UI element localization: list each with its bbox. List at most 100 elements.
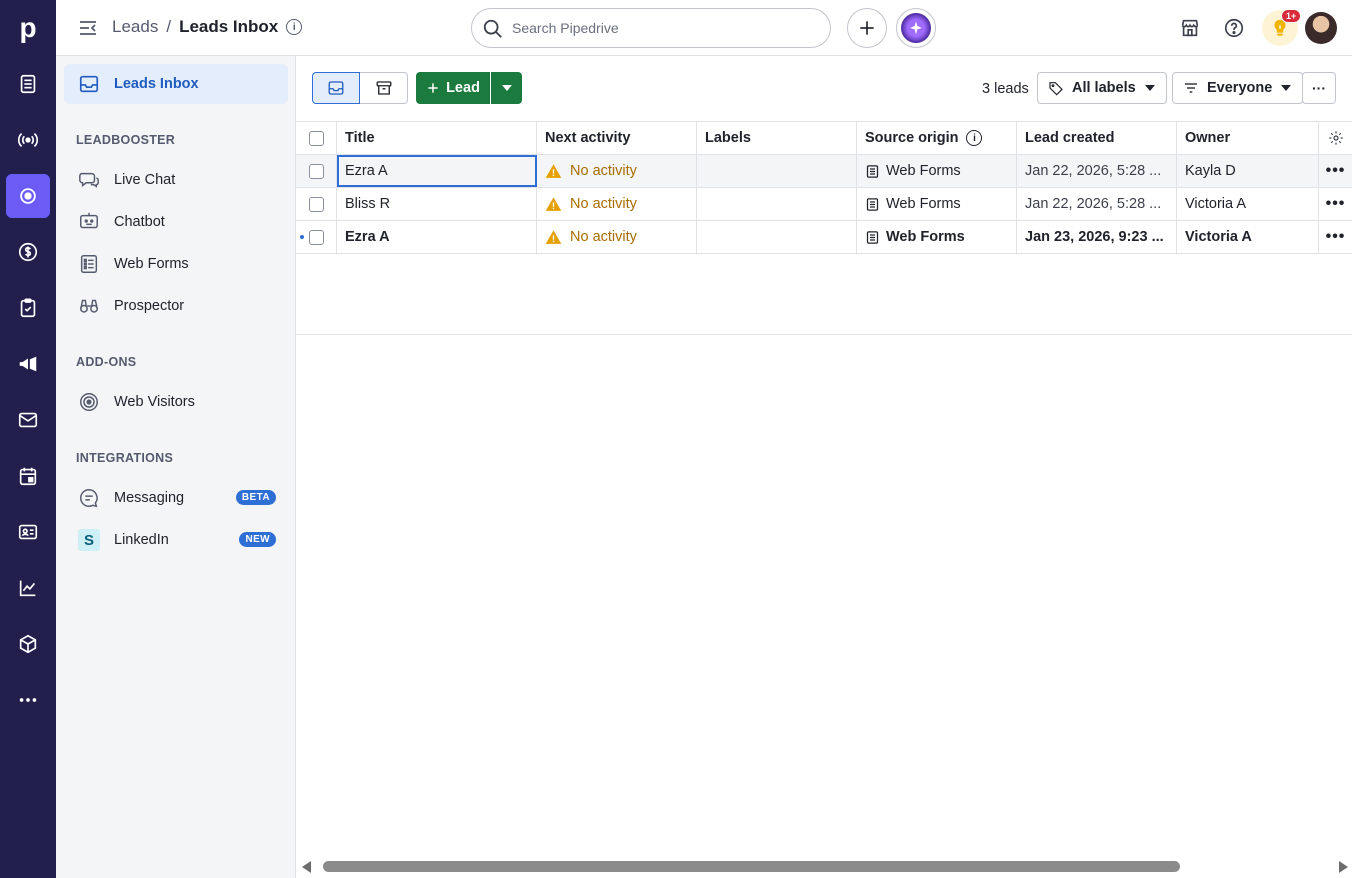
source-origin-cell[interactable]: Web Forms <box>857 188 1017 220</box>
collapse-sidebar-icon[interactable] <box>78 18 98 38</box>
page-title: Leads Inbox <box>179 17 279 36</box>
labels-cell[interactable] <box>697 221 857 253</box>
owner-cell[interactable]: Victoria A <box>1177 188 1319 220</box>
inbox-view-button[interactable] <box>312 72 360 104</box>
row-actions-button[interactable]: ••• <box>1319 221 1352 253</box>
select-all-cell <box>296 122 337 154</box>
column-header-lead-created[interactable]: Lead created <box>1017 122 1177 154</box>
source-origin-text: Web Forms <box>886 163 961 179</box>
sidebar-item-web-forms[interactable]: Web Forms <box>64 244 288 284</box>
help-icon[interactable] <box>1222 16 1246 40</box>
lead-title-cell[interactable]: Ezra A <box>337 221 537 253</box>
add-lead-label: Lead <box>446 80 480 96</box>
new-badge: NEW <box>239 532 276 547</box>
labels-filter-dropdown[interactable]: All labels <box>1037 72 1167 104</box>
labels-cell[interactable] <box>697 155 857 187</box>
insights-icon[interactable] <box>6 566 50 610</box>
info-icon[interactable]: i <box>286 19 303 35</box>
warning-icon <box>545 229 562 244</box>
lead-created-text: Jan 22, 2026, 5:28 ... <box>1025 195 1162 212</box>
next-activity-cell[interactable]: No activity <box>537 188 697 220</box>
scroll-left-arrow[interactable] <box>302 861 311 873</box>
campaigns-icon[interactable] <box>6 342 50 386</box>
contacts-icon[interactable] <box>6 510 50 554</box>
quick-add-button[interactable] <box>847 8 887 48</box>
lead-created-cell[interactable]: Jan 22, 2026, 5:28 ... <box>1017 188 1177 220</box>
web-forms-icon <box>80 255 98 273</box>
row-actions-button[interactable]: ••• <box>1319 155 1352 187</box>
owner-cell[interactable]: Kayla D <box>1177 155 1319 187</box>
column-settings-icon[interactable] <box>1319 122 1352 154</box>
more-icon[interactable] <box>6 678 50 722</box>
info-icon[interactable]: i <box>966 130 983 146</box>
table-row[interactable]: Bliss R No activity Web Forms Jan 22, 20… <box>296 188 1352 221</box>
lead-title-cell[interactable]: Bliss R <box>337 188 537 220</box>
source-origin-cell[interactable]: Web Forms <box>857 155 1017 187</box>
column-header-labels[interactable]: Labels <box>697 122 857 154</box>
sidebar-item-live-chat[interactable]: Live Chat <box>64 160 288 200</box>
leads-toolbar: Lead 3 leads All labels Everyone ··· <box>296 56 1352 122</box>
calendar-icon[interactable] <box>6 454 50 498</box>
lead-title-cell[interactable]: Ezra A <box>337 155 537 187</box>
sidebar-item-linkedin[interactable]: S LinkedIn NEW <box>64 520 288 560</box>
inbox-icon <box>79 75 99 93</box>
sidebar-item-prospector[interactable]: Prospector <box>64 286 288 326</box>
activity-feed-icon[interactable] <box>6 118 50 162</box>
column-header-next-activity[interactable]: Next activity <box>537 122 697 154</box>
sidebar-item-leads-inbox[interactable]: Leads Inbox <box>64 64 288 104</box>
labels-cell[interactable] <box>697 188 857 220</box>
breadcrumb-separator: / <box>166 17 172 36</box>
search-input[interactable]: Search Pipedrive <box>471 8 831 48</box>
next-activity-cell[interactable]: No activity <box>537 221 697 253</box>
archive-view-button[interactable] <box>360 72 408 104</box>
addons-heading: ADD-ONS <box>76 355 137 369</box>
deals-icon[interactable] <box>6 230 50 274</box>
sidebar-item-label: Messaging <box>114 490 185 506</box>
warning-icon <box>545 163 562 178</box>
row-checkbox[interactable] <box>308 163 324 179</box>
row-actions-button[interactable]: ••• <box>1319 188 1352 220</box>
ai-assistant-button[interactable] <box>896 8 936 48</box>
sidebar-item-chatbot[interactable]: Chatbot <box>64 202 288 242</box>
table-header-row: Title Next activity Labels Source origin… <box>296 121 1352 155</box>
row-checkbox[interactable] <box>308 196 324 212</box>
mail-icon[interactable] <box>6 398 50 442</box>
marketplace-icon[interactable] <box>1178 16 1202 40</box>
add-lead-options-button[interactable] <box>491 72 522 104</box>
horizontal-scrollbar[interactable] <box>296 856 1352 878</box>
row-checkbox[interactable] <box>308 229 324 245</box>
owner-cell[interactable]: Victoria A <box>1177 221 1319 253</box>
sidebar-item-label: Web Forms <box>114 256 189 272</box>
more-horizontal-icon: ••• <box>1325 162 1346 179</box>
lead-created-cell[interactable]: Jan 23, 2026, 9:23 ... <box>1017 221 1177 253</box>
lead-created-text: Jan 23, 2026, 9:23 ... <box>1025 228 1164 245</box>
more-actions-button[interactable]: ··· <box>1302 72 1336 104</box>
sidebar-item-web-visitors[interactable]: Web Visitors <box>64 382 288 422</box>
web-forms-icon <box>866 164 879 178</box>
scrollbar-thumb[interactable] <box>323 861 1180 872</box>
user-avatar[interactable] <box>1305 12 1337 44</box>
column-header-title[interactable]: Title <box>337 122 537 154</box>
sidebar-item-messaging[interactable]: Messaging BETA <box>64 478 288 518</box>
caret-down-icon <box>1144 85 1155 91</box>
column-header-owner[interactable]: Owner <box>1177 122 1319 154</box>
live-chat-icon <box>79 172 99 188</box>
archive-icon <box>376 81 391 95</box>
leads-icon[interactable] <box>6 62 50 106</box>
products-icon[interactable] <box>6 622 50 666</box>
leads-inbox-icon[interactable] <box>6 174 50 218</box>
add-lead-button[interactable]: Lead <box>416 72 490 104</box>
source-origin-cell[interactable]: Web Forms <box>857 221 1017 253</box>
tasks-icon[interactable] <box>6 286 50 330</box>
next-activity-cell[interactable]: No activity <box>537 155 697 187</box>
lead-created-cell[interactable]: Jan 22, 2026, 5:28 ... <box>1017 155 1177 187</box>
table-row[interactable]: Ezra A No activity Web Forms Jan 23, 202… <box>296 221 1352 254</box>
row-select-cell <box>296 188 337 220</box>
breadcrumb-leads[interactable]: Leads <box>112 17 158 37</box>
column-header-source-origin[interactable]: Source origin i <box>857 122 1017 154</box>
table-row[interactable]: Ezra A No activity Web Forms Jan 22, 202… <box>296 155 1352 188</box>
scroll-right-arrow[interactable] <box>1339 861 1348 873</box>
pipedrive-logo[interactable]: p <box>0 0 56 56</box>
select-all-checkbox[interactable] <box>308 130 324 146</box>
owner-filter-dropdown[interactable]: Everyone <box>1172 72 1304 104</box>
